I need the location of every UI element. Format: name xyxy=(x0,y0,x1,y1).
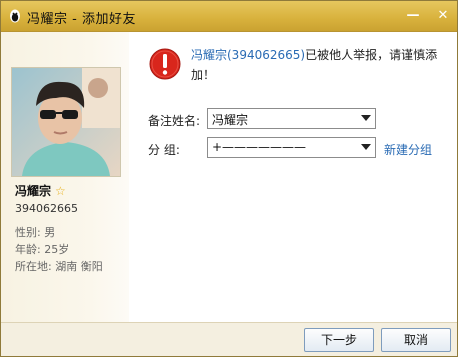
add-friend-dialog: 冯耀宗 - 添加好友 — ✕ 冯耀宗 ☆ 394062665 性别: 男 年龄:… xyxy=(0,0,458,357)
close-button[interactable]: ✕ xyxy=(432,6,454,26)
avatar[interactable] xyxy=(11,67,121,177)
remark-name-value: 冯耀宗 xyxy=(212,113,249,127)
star-icon: ☆ xyxy=(55,184,66,198)
age: 年龄: 25岁 xyxy=(15,243,70,256)
next-button[interactable]: 下一步 xyxy=(304,328,374,352)
profile-name-row: 冯耀宗 ☆ xyxy=(15,182,66,199)
gender: 性别: 男 xyxy=(15,226,56,239)
warning-message: 冯耀宗(394062665)已被他人举报，请谨慎添加！ xyxy=(191,45,449,85)
dropdown-arrow-icon[interactable] xyxy=(361,115,371,121)
group-select[interactable]: +——————— xyxy=(207,137,376,158)
profile-panel: 冯耀宗 ☆ 394062665 性别: 男 年龄: 25岁 所在地: 湖南 衡阳 xyxy=(1,32,129,322)
title-bar[interactable]: 冯耀宗 - 添加好友 — ✕ xyxy=(1,1,457,32)
group-value: +——————— xyxy=(212,140,307,154)
location: 所在地: 湖南 衡阳 xyxy=(15,260,103,273)
new-group-link[interactable]: 新建分组 xyxy=(384,141,432,158)
dropdown-arrow-icon[interactable] xyxy=(361,144,371,150)
cancel-button[interactable]: 取消 xyxy=(381,328,451,352)
window-title: 冯耀宗 - 添加好友 xyxy=(27,12,136,27)
qq-number: 394062665 xyxy=(15,202,78,215)
remark-name-combo[interactable]: 冯耀宗 xyxy=(207,108,376,129)
profile-name: 冯耀宗 xyxy=(15,184,52,198)
group-label: 分 组: xyxy=(148,143,180,157)
avatar-photo xyxy=(12,68,120,176)
qq-penguin-icon xyxy=(10,9,20,23)
remark-label: 备注姓名: xyxy=(148,114,201,128)
minimize-button[interactable]: — xyxy=(402,6,424,26)
warning-icon xyxy=(149,48,181,80)
reported-user: 冯耀宗(394062665) xyxy=(191,48,306,62)
